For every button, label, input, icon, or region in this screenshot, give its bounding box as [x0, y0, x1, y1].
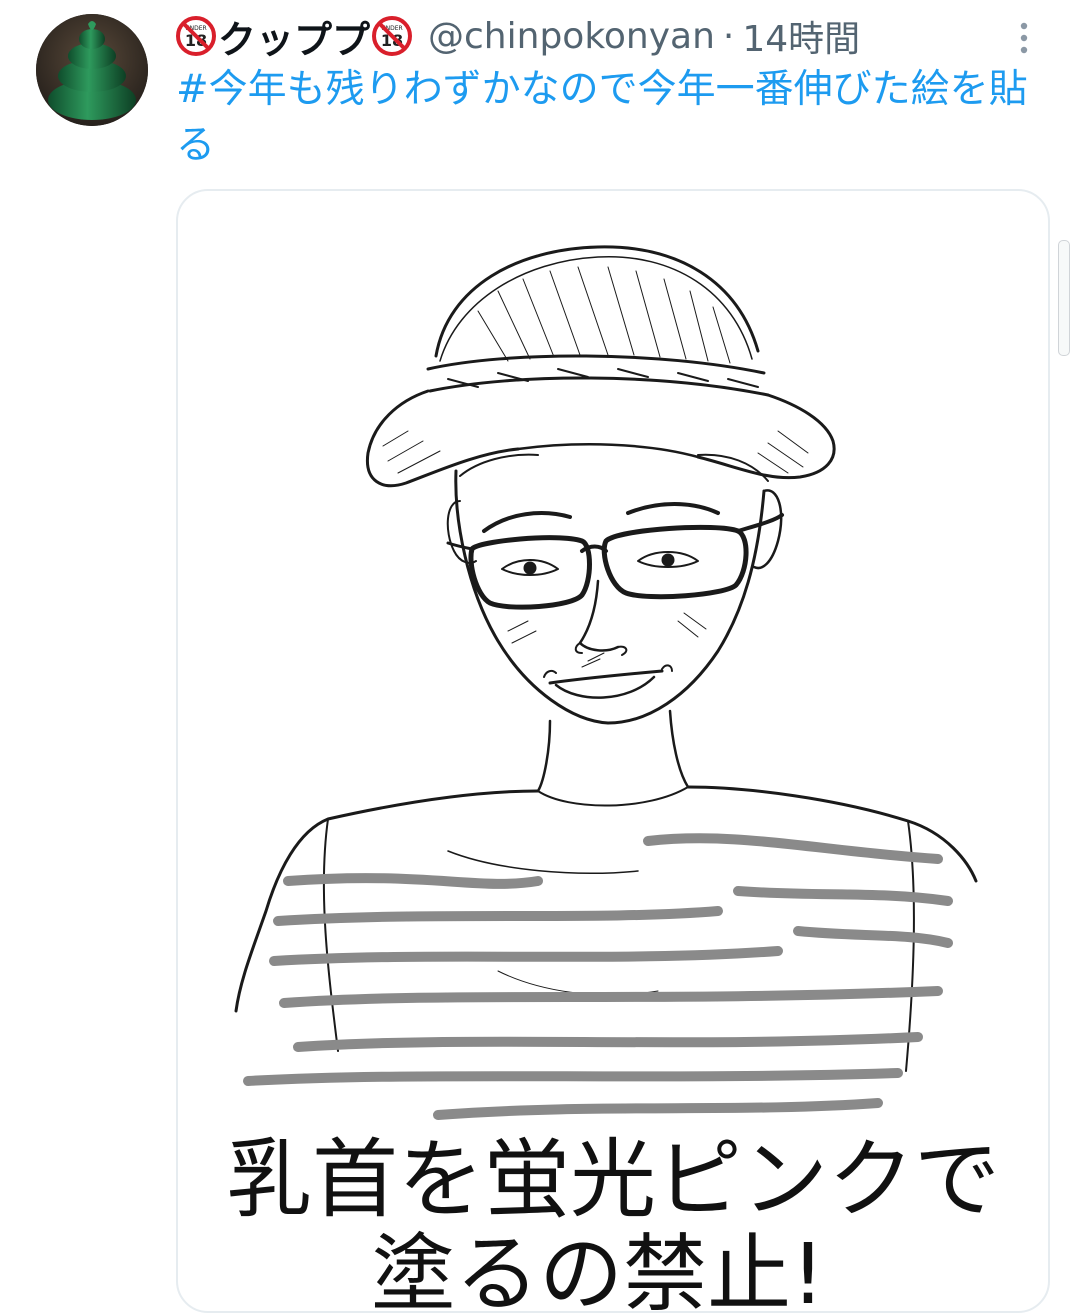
tweet-media-image[interactable]: 乳首を蛍光ピンクで 塗るの禁止! — [176, 189, 1050, 1313]
sketch-caption-line1: 乳首を蛍光ピンクで — [226, 1130, 1000, 1230]
timestamp[interactable]: 14時間 — [742, 10, 860, 62]
tweet[interactable]: UNDER 18 クッププ UNDER 18 @chinpokonyan · 1… — [0, 0, 1080, 1313]
under-18-prohibited-icon: UNDER 18 — [176, 16, 216, 56]
separator-dot: · — [722, 15, 735, 57]
portrait-sketch: 乳首を蛍光ピンクで 塗るの禁止! — [226, 245, 1000, 1311]
scrollbar-thumb[interactable] — [1058, 240, 1070, 356]
display-name[interactable]: クッププ — [218, 9, 370, 64]
sketch-caption-line2: 塗るの禁止! — [371, 1225, 825, 1311]
more-options-icon[interactable] — [1010, 18, 1038, 58]
user-handle[interactable]: @chinpokonyan — [428, 16, 715, 57]
avatar-image — [36, 14, 148, 126]
under-18-prohibited-icon: UNDER 18 — [372, 16, 413, 56]
tweet-header: UNDER 18 クッププ UNDER 18 @chinpokonyan · 1… — [176, 10, 860, 62]
tweet-hashtag-link[interactable]: #今年も残りわずかなので今年一番伸びた絵を貼る — [176, 62, 1056, 174]
avatar[interactable] — [36, 14, 148, 126]
